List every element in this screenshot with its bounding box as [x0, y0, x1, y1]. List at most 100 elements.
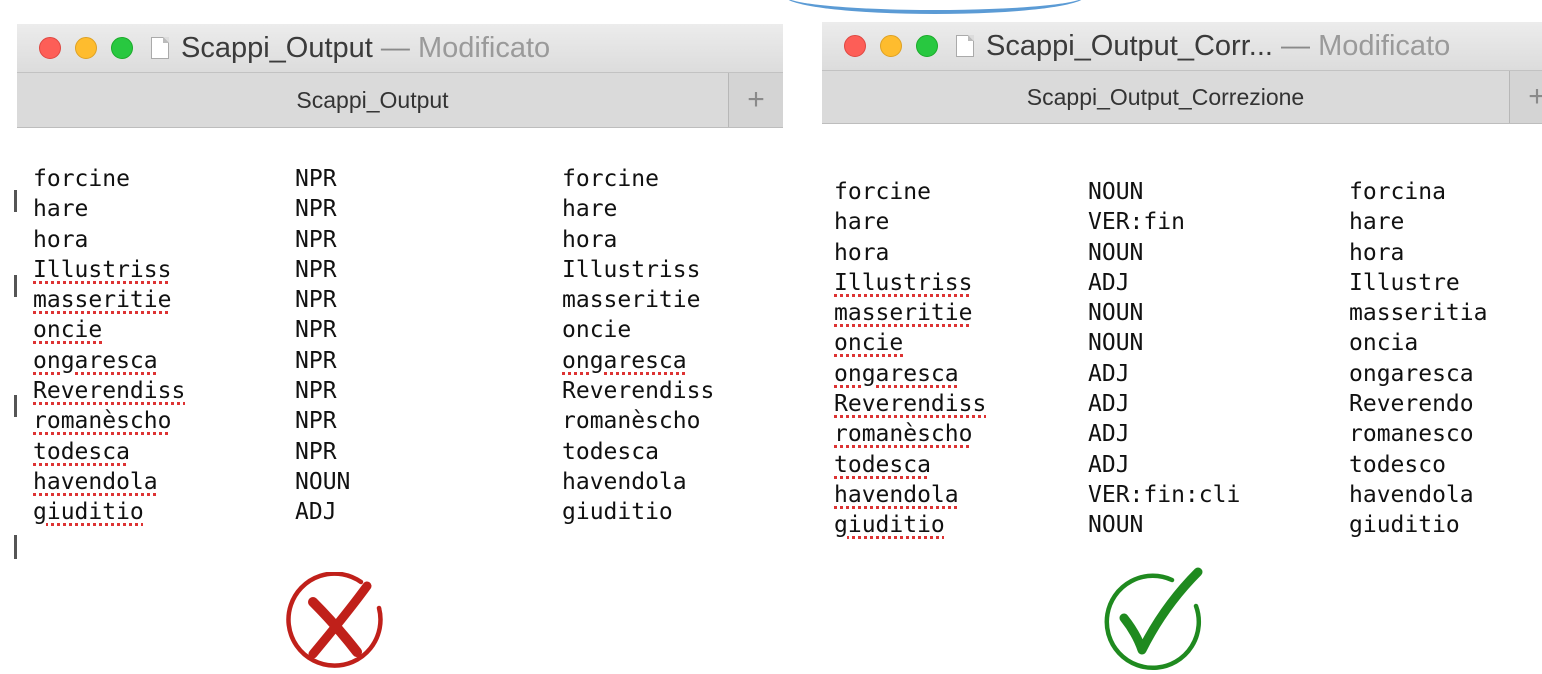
text-line: forcine NPR forcine [17, 164, 783, 194]
token-text: Reverendiss [33, 378, 186, 405]
window-edge-mark [14, 535, 17, 559]
new-tab-button[interactable]: + [1509, 71, 1542, 123]
pos-tag-text: NOUN [1088, 179, 1144, 205]
title-bar[interactable]: Scappi_Output — Modificato [17, 24, 783, 72]
token-text: todesca [33, 438, 130, 465]
token-text: romanèscho [33, 408, 172, 435]
lemma-text: romanesco [1349, 421, 1474, 448]
minimize-button[interactable] [880, 35, 902, 57]
lemma-text: giuditio [562, 499, 673, 526]
window-title-name: Scappi_Output [181, 31, 373, 64]
pos-tag-text: VER:fin [1088, 209, 1185, 236]
window-edge-mark [14, 395, 17, 417]
tab-scappi-output-correzione[interactable]: Scappi_Output_Correzione [822, 71, 1509, 123]
document-icon[interactable] [956, 35, 974, 57]
pos-tag-text: ADJ [1088, 421, 1130, 448]
title-separator: — [380, 31, 410, 64]
pos-tag-text: NOUN [1088, 330, 1144, 357]
text-line: hora NOUN hora [822, 238, 1542, 268]
window-edge-mark [14, 190, 17, 212]
text-line: hora NPR hora [17, 225, 783, 255]
document-icon[interactable] [151, 37, 169, 59]
text-line: giuditio ADJ giuditio [17, 497, 783, 527]
token-text: hare [834, 209, 890, 236]
document-text[interactable]: forcine NPR forcine hare NPR hare hora NPR hora I… [17, 164, 783, 528]
text-line: romanèscho NPR romanèscho [17, 406, 783, 436]
lemma-text: havendola [562, 468, 687, 495]
pos-tag-text: ADJ [1088, 360, 1130, 387]
pos-tag-text: NPR [295, 226, 337, 253]
token-text: hare [33, 196, 89, 223]
window-title: Scappi_Output_Corr... — Modificato [986, 30, 1450, 63]
token-text: Illustriss [33, 256, 172, 283]
pos-tag-text: ADJ [295, 499, 337, 526]
textedit-window-original: Scappi_Output — Modificato Scappi_Output… [17, 24, 783, 564]
text-line: giuditio NOUN giuditio [822, 510, 1542, 540]
pos-tag-text: NPR [295, 347, 337, 374]
text-line: todesca NPR todesca [17, 437, 783, 467]
pos-tag-text: NPR [295, 378, 337, 405]
decorative-arc [785, 0, 1085, 14]
pos-tag-text: ADJ [1088, 451, 1130, 478]
minimize-button[interactable] [75, 37, 97, 59]
lemma-text: todesco [1349, 451, 1446, 478]
lemma-text: hora [562, 226, 618, 253]
token-text: hora [834, 239, 890, 266]
text-line: havendola VER:fin:cli havendola [822, 480, 1542, 510]
text-line: romanèscho ADJ romanesco [822, 419, 1542, 449]
new-tab-button[interactable]: + [728, 73, 783, 127]
lemma-text: oncie [562, 317, 632, 344]
token-text: hora [33, 226, 89, 253]
tab-bar: Scappi_Output_Correzione + [822, 70, 1542, 124]
lemma-text: Reverendo [1349, 391, 1474, 418]
text-line: Illustriss NPR Illustriss [17, 255, 783, 285]
lemma-text: masseritie [562, 287, 701, 314]
token-text: Illustriss [834, 269, 973, 296]
pos-tag-text: NOUN [295, 468, 351, 495]
token-text: ongaresca [33, 347, 158, 374]
lemma-text: ongaresca [1349, 360, 1474, 387]
lemma-text: todesca [562, 438, 659, 465]
pos-tag-text: ADJ [1088, 269, 1130, 296]
token-text: masseritie [834, 300, 973, 327]
pos-tag-text: NPR [295, 317, 337, 344]
text-line: masseritie NPR masseritie [17, 285, 783, 315]
green-check-circle-icon [1104, 567, 1203, 671]
token-text: forcine [834, 179, 931, 205]
pos-tag-text: NPR [295, 166, 337, 192]
text-line: oncie NOUN oncia [822, 328, 1542, 358]
text-line: masseritie NOUN masseritia [822, 298, 1542, 328]
token-text: havendola [33, 468, 158, 495]
token-text: todesca [834, 451, 931, 478]
token-text: romanèscho [834, 421, 973, 448]
window-title: Scappi_Output — Modificato [181, 32, 550, 65]
tab-bar: Scappi_Output + [17, 72, 783, 128]
pos-tag-text: NPR [295, 408, 337, 435]
text-line: Illustriss ADJ Illustre [822, 268, 1542, 298]
lemma-text: romanèscho [562, 408, 701, 435]
edited-status: Modificato [417, 31, 551, 64]
token-text: forcine [33, 166, 130, 192]
close-button[interactable] [844, 35, 866, 57]
lemma-text: Reverendiss [562, 378, 715, 405]
text-line: ongaresca NPR ongaresca [17, 346, 783, 376]
text-line: hare NPR hare [17, 194, 783, 224]
text-line: Reverendiss NPR Reverendiss [17, 376, 783, 406]
tab-scappi-output[interactable]: Scappi_Output [17, 73, 728, 127]
pos-tag-text: NOUN [1088, 300, 1144, 327]
zoom-button[interactable] [916, 35, 938, 57]
lemma-text: hora [1349, 239, 1405, 266]
text-line: hare VER:fin hare [822, 207, 1542, 237]
token-text: oncie [33, 317, 103, 344]
pos-tag-text: NPR [295, 256, 337, 283]
pos-tag-text: NPR [295, 196, 337, 223]
close-button[interactable] [39, 37, 61, 59]
text-line: todesca ADJ todesco [822, 450, 1542, 480]
text-line: oncie NPR oncie [17, 315, 783, 345]
lemma-text: forcina [1349, 179, 1446, 205]
document-text[interactable]: forcine NOUN forcina hare VER:fin hare hora NOU… [822, 177, 1542, 541]
title-bar[interactable]: Scappi_Output_Corr... — Modificato [822, 22, 1542, 70]
pos-tag-text: NOUN [1088, 512, 1144, 539]
zoom-button[interactable] [111, 37, 133, 59]
lemma-text: Illustre [1349, 269, 1460, 296]
